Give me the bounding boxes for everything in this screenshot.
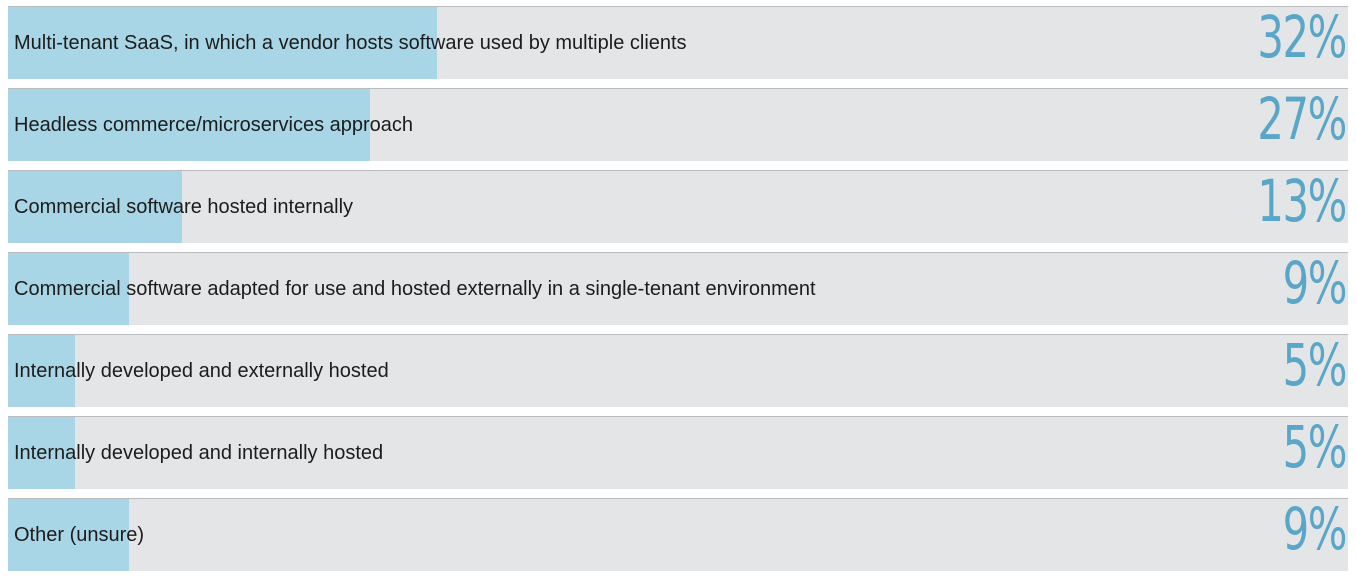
bar-category-label: Internally developed and externally host… — [14, 359, 389, 382]
bar-row: Commercial software adapted for use and … — [8, 249, 1348, 325]
bar-category-label: Multi-tenant SaaS, in which a vendor hos… — [14, 31, 687, 54]
bar-value-label: 27% — [1257, 85, 1347, 153]
bar-value-label: 5% — [1282, 331, 1348, 399]
bar-chart: Multi-tenant SaaS, in which a vendor hos… — [0, 0, 1356, 586]
bar-row: Multi-tenant SaaS, in which a vendor hos… — [8, 3, 1348, 79]
bar-category-label: Commercial software adapted for use and … — [14, 277, 816, 300]
bar-value-label: 5% — [1282, 413, 1348, 481]
bar-row: Internally developed and externally host… — [8, 331, 1348, 407]
bar-row: Commercial software hosted internally 13% — [8, 167, 1348, 243]
bar-row: Internally developed and internally host… — [8, 413, 1348, 489]
bar-category-label: Internally developed and internally host… — [14, 441, 384, 464]
bar-value-label: 13% — [1257, 167, 1347, 235]
bar-category-label: Headless commerce/microservices approach — [14, 113, 414, 136]
bar-category-label: Other (unsure) — [14, 523, 145, 546]
bar-category-label: Commercial software hosted internally — [14, 195, 354, 218]
bar-value-label: 32% — [1257, 3, 1347, 71]
bar-row: Other (unsure) 9% — [8, 495, 1348, 571]
bar-value-label: 9% — [1282, 495, 1348, 563]
bar-row: Headless commerce/microservices approach… — [8, 85, 1348, 161]
bar-value-label: 9% — [1282, 249, 1348, 317]
